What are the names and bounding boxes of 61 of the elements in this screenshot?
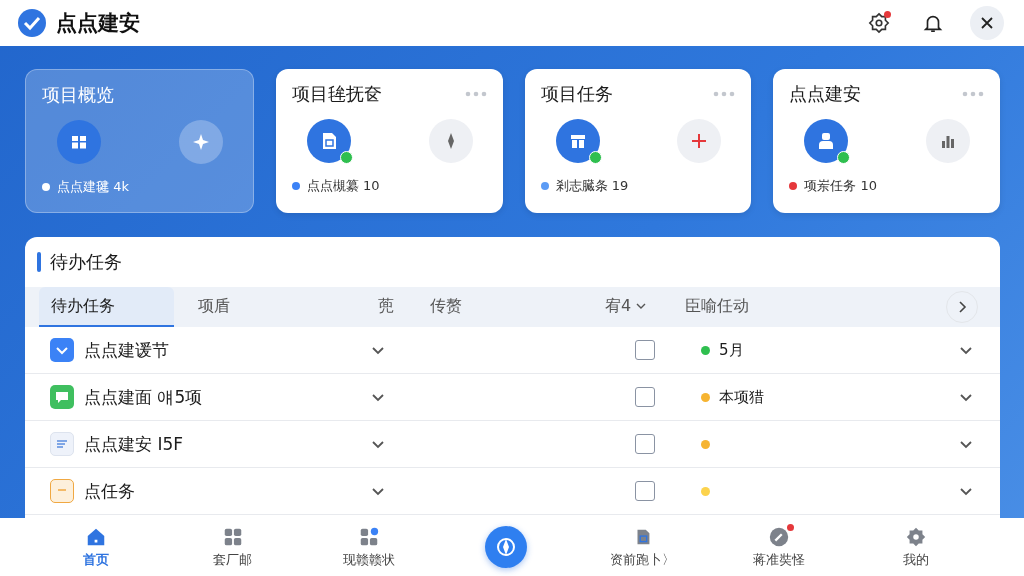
gear-icon [904,525,927,548]
nav-tab[interactable]: 套厂邮 [164,521,302,573]
checkbox[interactable] [635,434,655,454]
chart-icon[interactable] [926,119,970,163]
compass-icon [494,535,518,559]
task-row[interactable]: 点任务 [25,468,1000,515]
tab[interactable]: 待办任务 [39,287,174,327]
share-icon [358,525,381,548]
close-button[interactable] [970,6,1004,40]
task-title: 点任务 [84,479,136,503]
nav-tab[interactable]: 现赣赣状 [301,521,438,573]
task-status: 5月 [719,340,744,360]
task-title: 点点建谖节 [84,338,170,362]
summary-card[interactable]: 项目任务 剎志臓条 19 [524,69,752,213]
checkbox[interactable] [635,340,655,360]
task-title: 点点建安 I5F [84,432,184,456]
app-title: 点点建安 [56,10,141,37]
tab[interactable]: 项盾 [174,287,354,327]
checkbox-icon [50,338,74,362]
icon-button[interactable] [555,119,600,163]
task-row[interactable]: 点点建谖节 5月 [25,327,1000,374]
card-title: 项目毪抚奁 [291,82,382,106]
nav-tab[interactable]: 首页 [28,521,165,573]
nav-tab[interactable]: 资前跑卜〉 [574,521,711,573]
sparkle-icon[interactable] [178,120,223,164]
list-icon [50,432,74,456]
card-status: 点点槻纂 10 [306,177,380,195]
plus-icon[interactable] [677,119,722,163]
card-status: 项岽任务 10 [804,177,877,195]
tool-icon [768,525,791,548]
card-title: 项目任务 [540,82,613,106]
card-title: 点点建安 [789,82,862,106]
task-status: 本项猎 [719,387,764,407]
note-icon [50,479,74,503]
close-icon [980,16,994,30]
compass-icon[interactable] [428,119,473,163]
tab[interactable]: 臣喻任动 [661,287,749,327]
task-row[interactable]: 点点建安 I5F [25,421,1000,468]
panel-title: 待办任务 [50,250,122,274]
nav-tab[interactable]: 蒋准奘怪 [710,521,848,573]
icon-button[interactable] [57,120,101,164]
logo-icon [18,9,46,37]
compass-button[interactable] [485,526,527,568]
checkbox[interactable] [635,481,655,501]
card-status: 剎志臓条 19 [555,177,629,195]
card-status: 点点建毽 4k [57,178,129,196]
tab[interactable]: 宥4 [581,287,661,327]
task-title: 点点建面 얘5项 [84,385,204,409]
summary-card[interactable]: 项目毪抚奁 点点槻纂 10 [275,69,503,213]
settings-icon [868,12,890,34]
chat-icon [50,385,74,409]
icon-button[interactable] [804,119,849,163]
card-title: 项目概览 [42,83,114,107]
icon-button[interactable] [306,119,351,163]
checkbox[interactable] [635,387,655,407]
task-row[interactable]: 点点建面 얘5项 本项猎 [25,374,1000,421]
next-button[interactable] [946,291,978,323]
summary-card[interactable]: 点点建安 项岽任务 10 [773,69,1000,213]
tab[interactable]: 蔸 [354,287,406,327]
nav-tab[interactable]: 我的 [847,521,985,573]
tab[interactable]: 传赘 [406,287,546,327]
